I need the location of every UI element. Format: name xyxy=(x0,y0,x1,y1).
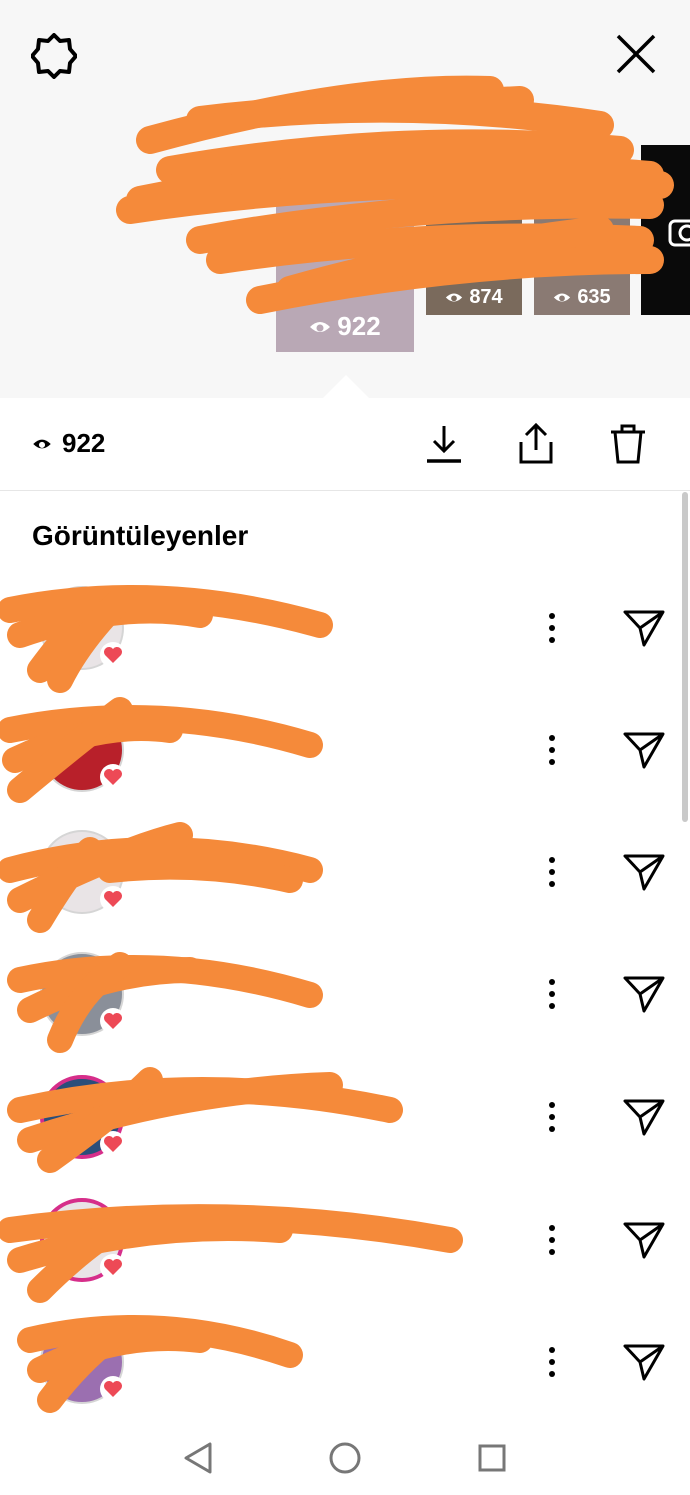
story-thumbnail-active[interactable]: 922 xyxy=(276,160,414,352)
more-options-button[interactable] xyxy=(530,602,574,654)
back-icon xyxy=(184,1442,212,1474)
viewer-row[interactable] xyxy=(0,696,690,806)
eye-icon xyxy=(446,293,463,302)
more-vertical-icon xyxy=(549,857,555,887)
recents-icon xyxy=(478,1444,506,1472)
eye-icon xyxy=(310,321,331,332)
send-icon xyxy=(623,1222,665,1259)
camera-icon xyxy=(668,219,690,247)
send-message-button[interactable] xyxy=(618,1091,670,1143)
heart-icon xyxy=(100,764,126,790)
send-icon xyxy=(623,1099,665,1136)
story-action-bar: 922 xyxy=(0,398,690,491)
viewer-row[interactable] xyxy=(0,574,690,684)
more-options-button[interactable] xyxy=(530,1091,574,1143)
system-nav-bar xyxy=(0,1418,690,1495)
more-vertical-icon xyxy=(549,1347,555,1377)
more-vertical-icon xyxy=(549,735,555,765)
close-button[interactable] xyxy=(610,28,662,80)
story-views-count: 874 xyxy=(469,286,503,308)
share-icon xyxy=(519,422,553,464)
home-icon xyxy=(329,1442,361,1474)
send-message-button[interactable] xyxy=(618,724,670,776)
story-views-count: 635 xyxy=(577,286,611,308)
more-vertical-icon xyxy=(549,1102,555,1132)
viewer-row[interactable] xyxy=(0,1063,690,1173)
send-icon xyxy=(623,610,665,647)
share-button[interactable] xyxy=(512,420,560,468)
heart-icon xyxy=(100,1131,126,1157)
story-views-count: 922 xyxy=(337,311,381,341)
send-message-button[interactable] xyxy=(618,846,670,898)
story-thumbnail[interactable]: 874 xyxy=(426,150,522,315)
viewer-row[interactable] xyxy=(0,1308,690,1418)
more-options-button[interactable] xyxy=(530,1214,574,1266)
story-views: 922 xyxy=(276,311,414,342)
story-views: 635 xyxy=(534,286,630,309)
more-options-button[interactable] xyxy=(530,724,574,776)
viewer-row[interactable] xyxy=(0,940,690,1050)
more-vertical-icon xyxy=(549,613,555,643)
send-icon xyxy=(623,976,665,1013)
delete-button[interactable] xyxy=(604,420,652,468)
send-message-button[interactable] xyxy=(618,968,670,1020)
send-icon xyxy=(623,732,665,769)
send-icon xyxy=(623,854,665,891)
trash-icon xyxy=(611,424,645,464)
viewer-row[interactable] xyxy=(0,1186,690,1296)
send-icon xyxy=(623,1344,665,1381)
close-icon xyxy=(616,34,656,74)
heart-icon xyxy=(100,1008,126,1034)
nav-recents-button[interactable] xyxy=(470,1436,514,1480)
viewers-title: Görüntüleyenler xyxy=(32,520,249,551)
eye-icon xyxy=(554,293,571,302)
heart-icon xyxy=(100,642,126,668)
more-vertical-icon xyxy=(549,979,555,1009)
selected-story-views: 922 xyxy=(32,428,105,459)
more-options-button[interactable] xyxy=(530,1336,574,1388)
story-thumbnail[interactable]: 635 xyxy=(534,150,630,315)
viewer-row[interactable] xyxy=(0,818,690,928)
gear-icon xyxy=(31,33,77,79)
nav-back-button[interactable] xyxy=(176,1436,220,1480)
selected-story-pointer xyxy=(322,375,370,399)
more-vertical-icon xyxy=(549,1225,555,1255)
story-preview-area: 922 874 635 xyxy=(0,0,690,399)
heart-icon xyxy=(100,886,126,912)
send-message-button[interactable] xyxy=(618,1214,670,1266)
more-options-button[interactable] xyxy=(530,968,574,1020)
add-story-thumbnail[interactable] xyxy=(641,145,690,315)
story-views: 874 xyxy=(426,286,522,309)
send-message-button[interactable] xyxy=(618,602,670,654)
download-icon xyxy=(427,426,461,463)
download-button[interactable] xyxy=(420,420,468,468)
send-message-button[interactable] xyxy=(618,1336,670,1388)
nav-home-button[interactable] xyxy=(323,1436,367,1480)
selected-story-view-count: 922 xyxy=(62,428,106,458)
heart-icon xyxy=(100,1376,126,1402)
eye-icon xyxy=(33,439,51,448)
more-options-button[interactable] xyxy=(530,846,574,898)
heart-icon xyxy=(100,1254,126,1280)
settings-button[interactable] xyxy=(28,30,80,82)
